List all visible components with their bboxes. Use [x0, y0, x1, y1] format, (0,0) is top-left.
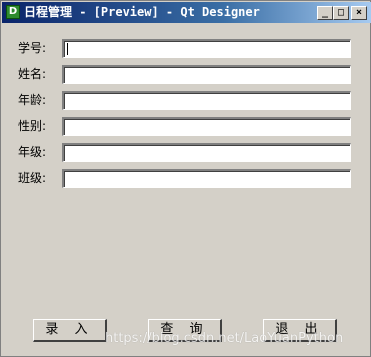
text-caret — [67, 43, 68, 55]
app-icon: D — [6, 5, 20, 19]
class-label: 班级: — [18, 171, 47, 185]
name-input[interactable] — [62, 65, 351, 84]
maximize-button[interactable]: □ — [333, 6, 349, 20]
class-input[interactable] — [62, 169, 351, 188]
window-title: 日程管理 - [Preview] - Qt Designer — [24, 5, 260, 19]
title-bar[interactable]: D 日程管理 - [Preview] - Qt Designer _ □ × — [2, 2, 371, 23]
watermark-text: https://blog.csdn.net/LaoYuanPython — [105, 331, 344, 346]
gender-label: 性别: — [18, 119, 47, 133]
student-id-input[interactable] — [62, 39, 351, 58]
minimize-button[interactable]: _ — [317, 6, 333, 20]
student-id-label: 学号: — [18, 41, 47, 55]
age-label: 年龄: — [18, 93, 47, 107]
close-button[interactable]: × — [351, 6, 367, 20]
age-input[interactable] — [62, 91, 351, 110]
name-label: 姓名: — [18, 67, 47, 81]
main-window: D 日程管理 - [Preview] - Qt Designer _ □ × 学… — [0, 0, 371, 357]
grade-input[interactable] — [62, 143, 351, 162]
grade-label: 年级: — [18, 145, 47, 159]
gender-input[interactable] — [62, 117, 351, 136]
enter-button[interactable]: 录 入 — [33, 319, 107, 342]
